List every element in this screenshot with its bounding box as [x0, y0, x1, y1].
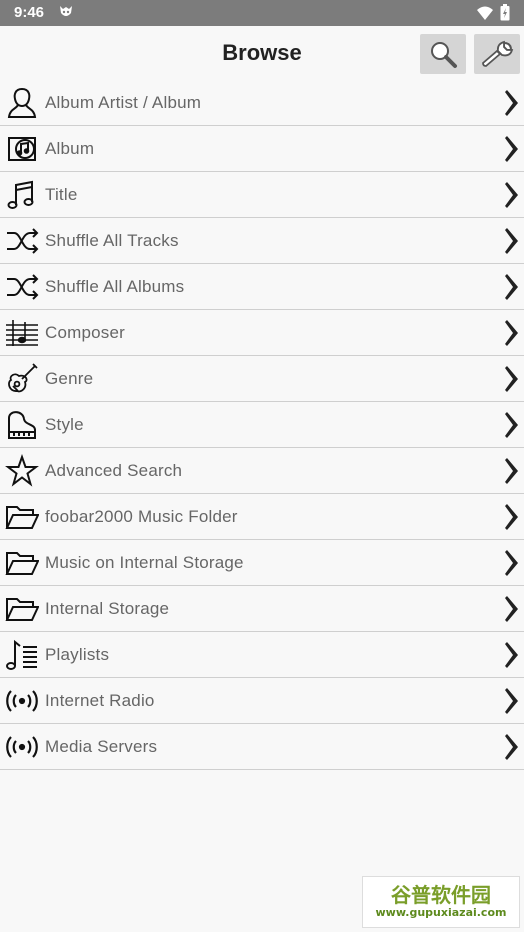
list-item-shuffle-tracks[interactable]: Shuffle All Tracks: [0, 218, 524, 264]
radio-icon: [0, 725, 44, 769]
wrench-icon: [482, 40, 514, 67]
list-item-style[interactable]: Style: [0, 402, 524, 448]
list-item-label: Media Servers: [45, 736, 158, 756]
list-item-label: Style: [45, 414, 84, 434]
chevron-right-icon: [505, 596, 518, 622]
chevron-right-icon: [505, 90, 518, 116]
chevron-right-icon: [505, 274, 518, 300]
piano-icon: [0, 403, 44, 447]
list-item-label: Shuffle All Tracks: [45, 230, 179, 250]
chevron-right-icon: [505, 366, 518, 392]
star-icon: [0, 449, 44, 493]
app-header: Browse: [0, 26, 524, 80]
list-item-label: Album: [45, 138, 95, 158]
list-item-composer[interactable]: Composer: [0, 310, 524, 356]
list-item-label: Genre: [45, 368, 94, 388]
list-item-label: Advanced Search: [45, 460, 183, 480]
chevron-right-icon: [505, 688, 518, 714]
list-item-shuffle-albums[interactable]: Shuffle All Albums: [0, 264, 524, 310]
staff-icon: [0, 311, 44, 355]
watermark: 谷普软件园 www.gupuxiazai.com: [362, 876, 520, 928]
chevron-right-icon: [505, 734, 518, 760]
status-time: 9:46: [14, 4, 45, 21]
status-indicators: [476, 4, 510, 21]
playlist-icon: [0, 633, 44, 677]
list-item-advanced-search[interactable]: Advanced Search: [0, 448, 524, 494]
list-item-label: foobar2000 Music Folder: [45, 506, 238, 526]
list-item-label: Internal Storage: [45, 598, 170, 618]
chevron-right-icon: [505, 412, 518, 438]
chevron-right-icon: [505, 642, 518, 668]
person-icon: [0, 81, 44, 125]
list-item-internal-storage[interactable]: Internal Storage: [0, 586, 524, 632]
list-item-album-artist[interactable]: Album Artist / Album: [0, 80, 524, 126]
list-item-label: Album Artist / Album: [45, 92, 202, 112]
list-item-label: Shuffle All Albums: [45, 276, 185, 296]
list-item-album[interactable]: Album: [0, 126, 524, 172]
notification-icon: [60, 6, 72, 16]
list-item-playlists[interactable]: Playlists: [0, 632, 524, 678]
chevron-right-icon: [505, 458, 518, 484]
chevron-right-icon: [505, 228, 518, 254]
radio-icon: [0, 679, 44, 723]
chevron-right-icon: [505, 182, 518, 208]
watermark-title: 谷普软件园: [391, 883, 491, 907]
browse-list: Album Artist / Album Album Title Shuffle…: [0, 80, 524, 770]
folder-icon: [0, 495, 44, 539]
folder-icon: [0, 587, 44, 631]
list-item-foobar-folder[interactable]: foobar2000 Music Folder: [0, 494, 524, 540]
chevron-right-icon: [505, 136, 518, 162]
wifi-icon: [477, 6, 493, 20]
list-item-label: Internet Radio: [45, 690, 155, 710]
chevron-right-icon: [505, 504, 518, 530]
list-item-genre[interactable]: Genre: [0, 356, 524, 402]
shuffle-icon: [0, 219, 44, 263]
folder-icon: [0, 541, 44, 585]
list-item-music-internal[interactable]: Music on Internal Storage: [0, 540, 524, 586]
settings-button[interactable]: [474, 34, 520, 74]
list-item-label: Title: [45, 184, 78, 204]
chevron-right-icon: [505, 550, 518, 576]
list-item-label: Playlists: [45, 644, 110, 664]
watermark-url: www.gupuxiazai.com: [375, 906, 507, 919]
search-icon: [431, 42, 457, 68]
search-button[interactable]: [420, 34, 466, 74]
chevron-right-icon: [505, 320, 518, 346]
list-item-media-servers[interactable]: Media Servers: [0, 724, 524, 770]
list-item-label: Composer: [45, 322, 126, 342]
battery-icon: [500, 4, 510, 21]
list-item-title[interactable]: Title: [0, 172, 524, 218]
music-note-icon: [0, 173, 44, 217]
list-item-label: Music on Internal Storage: [45, 552, 244, 572]
shuffle-icon: [0, 265, 44, 309]
guitar-icon: [0, 357, 44, 401]
album-icon: [0, 127, 44, 171]
status-bar: 9:46: [0, 0, 524, 26]
list-item-internet-radio[interactable]: Internet Radio: [0, 678, 524, 724]
